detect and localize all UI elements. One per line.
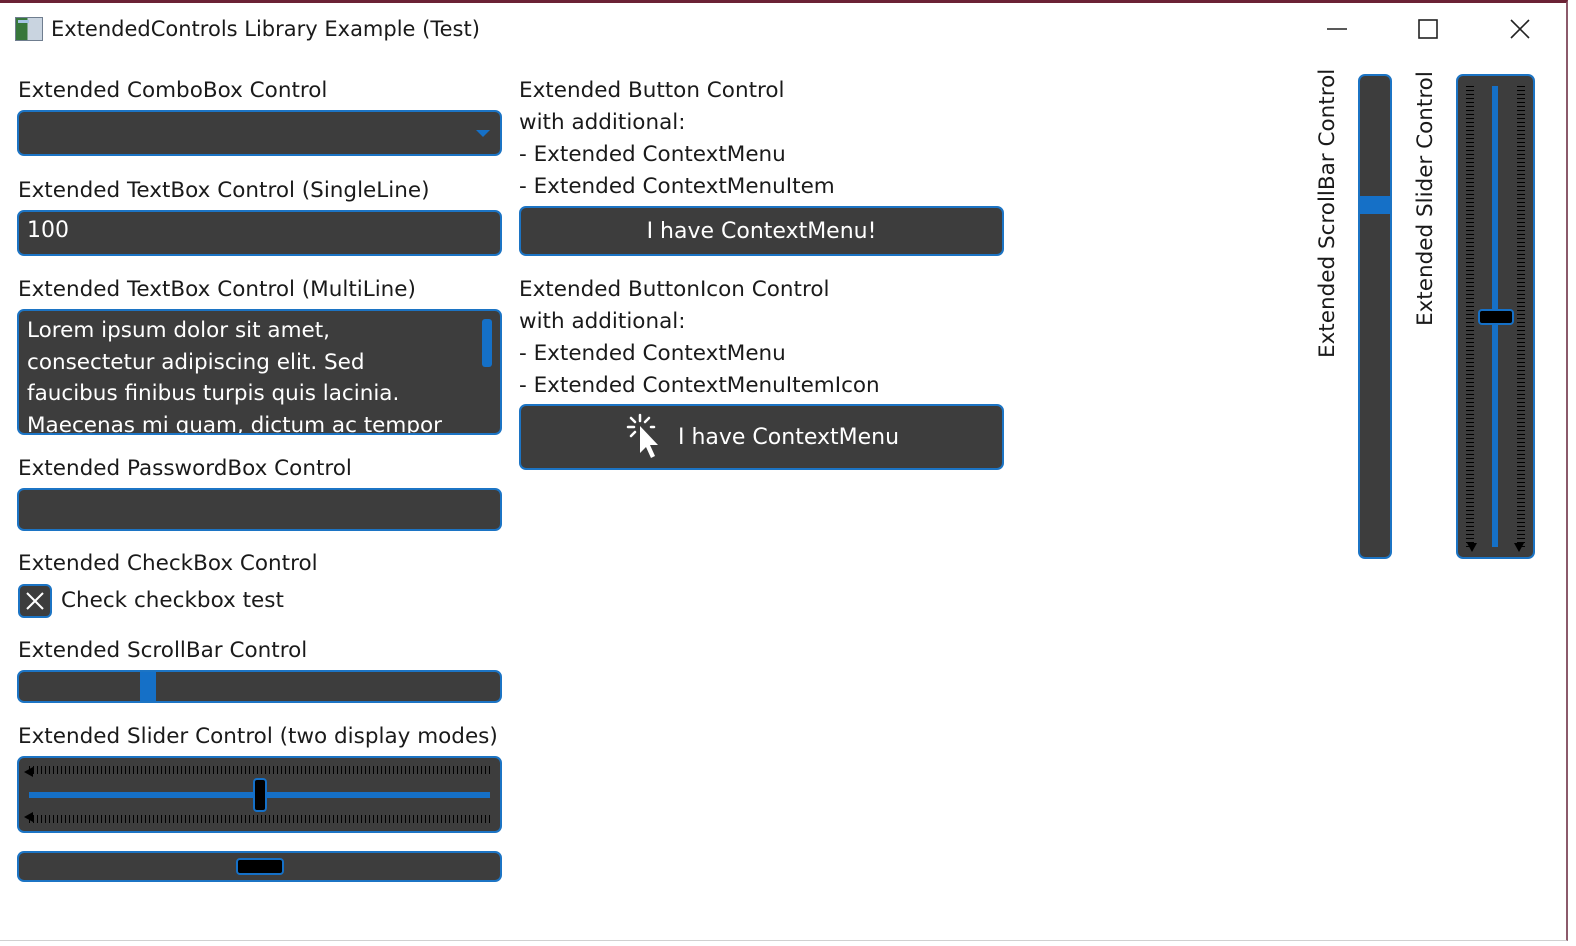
window-title: ExtendedControls Library Example (Test) xyxy=(51,17,480,41)
button-desc-line: - Extended ContextMenu xyxy=(519,142,786,167)
slider-v-ticks-right xyxy=(1517,86,1525,547)
scrollbar-vertical[interactable] xyxy=(1358,74,1392,559)
checkbox-section-label: Extended CheckBox Control xyxy=(18,551,318,576)
button-icon-desc-line: - Extended ContextMenu xyxy=(519,341,786,366)
combobox[interactable] xyxy=(17,110,502,156)
checkbox[interactable] xyxy=(18,584,52,618)
slider-v-ticks-left xyxy=(1466,86,1474,547)
button-desc-line: Extended Button Control xyxy=(519,78,785,103)
slider-h-compact-thumb[interactable] xyxy=(235,858,284,875)
x-mark-icon xyxy=(26,592,44,610)
button-icon-description: Extended ButtonIcon Control with additio… xyxy=(519,274,880,402)
slider-horizontal-detailed[interactable] xyxy=(17,756,502,833)
maximize-icon xyxy=(1418,19,1438,39)
context-menu-icon-button-label: I have ContextMenu xyxy=(677,424,900,450)
slider-h-ticks-bottom xyxy=(29,815,490,823)
textbox-multi-input[interactable]: Lorem ipsum dolor sit amet, consectetur … xyxy=(17,309,502,435)
context-menu-button-label: I have ContextMenu! xyxy=(646,218,877,244)
slider-horizontal-compact[interactable] xyxy=(17,851,502,882)
cursor-click-icon xyxy=(626,413,658,458)
minimize-icon xyxy=(1327,28,1347,30)
combobox-label: Extended ComboBox Control xyxy=(18,78,328,103)
close-button[interactable] xyxy=(1498,12,1542,46)
minimize-button[interactable] xyxy=(1315,12,1359,46)
button-desc-line: with additional: xyxy=(519,110,686,135)
passwordbox-input[interactable] xyxy=(17,488,502,531)
slider-h-min-marker xyxy=(24,767,33,777)
passwordbox-label: Extended PasswordBox Control xyxy=(18,456,352,481)
context-menu-icon-button[interactable]: I have ContextMenu xyxy=(519,404,1004,470)
slider-h-thumb[interactable] xyxy=(252,778,267,812)
textbox-multi-text: Lorem ipsum dolor sit amet, consectetur … xyxy=(27,318,442,435)
textbox-multi-scroll-thumb[interactable] xyxy=(482,319,492,367)
combobox-value xyxy=(19,112,27,118)
scrollbar-v-label: Extended ScrollBar Control xyxy=(1315,68,1340,358)
scrollbar-v-thumb[interactable] xyxy=(1360,196,1390,215)
textbox-single-input[interactable]: 100 xyxy=(17,210,502,256)
slider-v-label: Extended Slider Control xyxy=(1413,71,1438,326)
button-icon-desc-line: Extended ButtonIcon Control xyxy=(519,277,830,302)
app-window-icon xyxy=(15,17,43,41)
scrollbar-h-label: Extended ScrollBar Control xyxy=(18,638,308,663)
button-description: Extended Button Control with additional:… xyxy=(519,75,835,203)
button-icon-desc-line: with additional: xyxy=(519,309,686,334)
chevron-down-icon[interactable] xyxy=(476,130,490,137)
slider-h-ticks-top xyxy=(29,766,490,774)
slider-h-min-marker-bottom xyxy=(24,812,33,822)
slider-v-min-marker xyxy=(1467,543,1477,552)
button-desc-line: - Extended ContextMenuItem xyxy=(519,174,835,199)
maximize-button[interactable] xyxy=(1406,12,1450,46)
textbox-single-label: Extended TextBox Control (SingleLine) xyxy=(18,178,430,203)
scrollbar-h-thumb[interactable] xyxy=(139,672,156,701)
checkbox-text[interactable]: Check checkbox test xyxy=(61,585,284,617)
close-icon xyxy=(1510,19,1530,39)
scrollbar-horizontal[interactable] xyxy=(17,670,502,703)
slider-vertical[interactable] xyxy=(1456,74,1535,559)
slider-v-min-marker-right xyxy=(1514,543,1524,552)
slider-h-label: Extended Slider Control (two display mod… xyxy=(18,724,498,749)
context-menu-button[interactable]: I have ContextMenu! xyxy=(519,206,1004,256)
slider-v-thumb[interactable] xyxy=(1478,308,1514,325)
button-icon-desc-line: - Extended ContextMenuItemIcon xyxy=(519,373,880,398)
textbox-multi-label: Extended TextBox Control (MultiLine) xyxy=(18,277,416,302)
